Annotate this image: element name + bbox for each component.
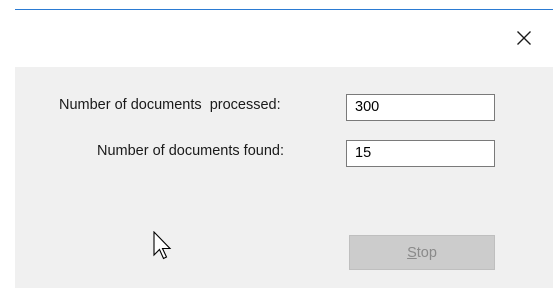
title-bar xyxy=(0,10,553,57)
documents-processed-field: 300 xyxy=(346,94,495,121)
stop-button-label: top xyxy=(416,244,437,261)
progress-dialog: Number of documents processed: 300 Numbe… xyxy=(0,0,553,288)
documents-found-field: 15 xyxy=(346,140,495,167)
stop-button-mnemonic: S xyxy=(407,244,417,261)
stop-button[interactable]: Stop xyxy=(349,235,495,270)
arrow-cursor-icon xyxy=(153,230,173,266)
close-button[interactable] xyxy=(509,23,539,53)
documents-found-label: Number of documents found: xyxy=(97,143,284,159)
dialog-content: Number of documents processed: 300 Numbe… xyxy=(15,67,553,288)
close-icon xyxy=(516,30,532,46)
documents-processed-label: Number of documents processed: xyxy=(59,97,281,113)
